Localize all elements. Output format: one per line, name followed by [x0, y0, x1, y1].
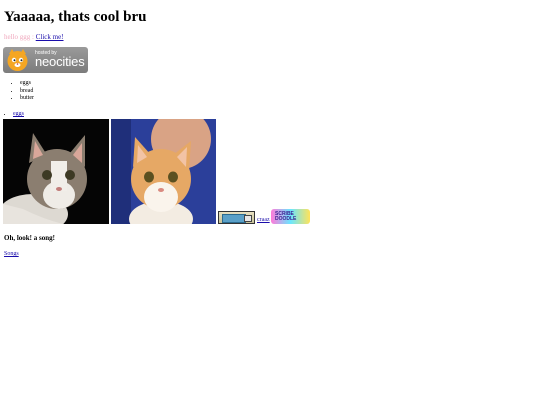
faint-text: hello ggg : — [4, 33, 34, 41]
list-item: eggs — [13, 110, 24, 118]
list-item: bread — [20, 88, 34, 96]
cat-photo-orange-kitten-icon — [111, 119, 216, 224]
rainbow-web-button[interactable]: SCRIBE DOODLE — [271, 209, 310, 224]
song-heading: Oh, look! a song! — [4, 234, 55, 242]
page-title: Yaaaaa, thats cool bru — [4, 9, 147, 25]
craaz-link[interactable]: craaz — [257, 216, 270, 224]
web-button-badge[interactable] — [218, 211, 255, 224]
badge-name: neocities — [35, 54, 85, 69]
neocities-badge[interactable]: hosted by neocities — [3, 47, 88, 73]
list-item: butter — [20, 95, 34, 103]
link-list: eggs — [0, 110, 24, 118]
grocery-list: eggs bread butter — [10, 80, 34, 103]
cat-photo-tabby-white-icon — [3, 119, 109, 224]
badge-tag — [244, 215, 252, 222]
badge-graphic — [222, 214, 246, 223]
neocities-cat-icon — [7, 49, 28, 71]
list-item: eggs — [20, 80, 34, 88]
click-me-link[interactable]: Click me! — [36, 33, 64, 41]
eggs-link[interactable]: eggs — [13, 111, 24, 117]
songs-link[interactable]: Songs — [4, 250, 19, 258]
intro-line: hello ggg : Click me! — [4, 33, 64, 42]
rainbow-button-text: SCRIBE DOODLE — [275, 211, 297, 222]
